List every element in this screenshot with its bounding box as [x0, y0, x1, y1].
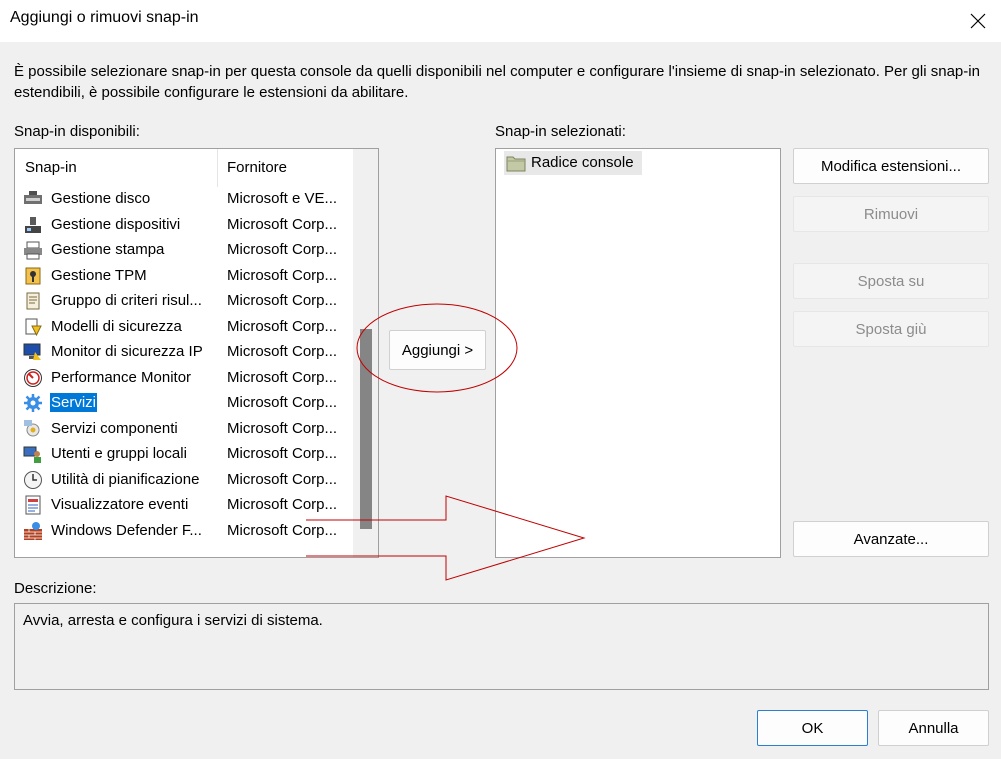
list-item[interactable]: Gestione disco Microsoft e VE...: [15, 186, 352, 212]
list-item[interactable]: Utilità di pianificazione Microsoft Corp.…: [15, 467, 352, 493]
list-item[interactable]: Utenti e gruppi locali Microsoft Corp...: [15, 441, 352, 467]
disk-management-icon: [24, 191, 42, 204]
snapin-name: Utilità di pianificazione: [51, 470, 200, 488]
move-up-button[interactable]: Sposta su: [793, 263, 989, 299]
snapin-name: Monitor di sicurezza IP: [51, 343, 203, 360]
available-label: Snap-in disponibili:: [14, 123, 140, 140]
selected-snapins-list[interactable]: Radice console: [495, 148, 781, 558]
list-item[interactable]: Performance Monitor Microsoft Corp...: [15, 365, 352, 391]
firewall-icon: [24, 521, 42, 540]
printer-icon: [24, 241, 42, 260]
snapin-vendor: Microsoft Corp...: [227, 368, 338, 386]
list-item[interactable]: Windows Defender F... Microsoft Corp...: [15, 518, 352, 544]
list-item[interactable]: Modelli di sicurezza Microsoft Corp...: [15, 314, 352, 340]
snapin-vendor: Microsoft e VE...: [227, 190, 338, 207]
component-services-icon: [24, 419, 40, 436]
list-item[interactable]: Servizi Microsoft Corp...: [15, 390, 352, 416]
move-down-button[interactable]: Sposta giù: [793, 311, 989, 347]
folder-icon: [506, 156, 526, 172]
ip-security-monitor-icon: [23, 343, 41, 360]
list-item[interactable]: Servizi componenti Microsoft Corp...: [15, 416, 352, 442]
description-label: Descrizione:: [14, 580, 97, 597]
snapin-vendor: Microsoft Corp...: [227, 215, 338, 233]
snapin-name: Gestione TPM: [51, 266, 147, 284]
title-bar: Aggiungi o rimuovi snap-in: [0, 0, 1001, 42]
advanced-button[interactable]: Avanzate...: [793, 521, 989, 557]
description-text: Avvia, arresta e configura i servizi di …: [23, 612, 323, 629]
list-item[interactable]: Gestione stampa Microsoft Corp...: [15, 237, 352, 263]
list-item-label: Radice console: [531, 154, 634, 171]
ok-button[interactable]: OK: [757, 710, 868, 746]
list-item[interactable]: Monitor di sicurezza IP Microsoft Corp...: [15, 339, 352, 365]
snapin-vendor: Microsoft Corp...: [227, 343, 338, 360]
performance-monitor-icon: [24, 368, 42, 387]
snapin-name: Gestione stampa: [51, 241, 165, 258]
list-item[interactable]: Gestione TPM Microsoft Corp...: [15, 263, 352, 289]
cancel-button[interactable]: Annulla: [878, 710, 989, 746]
snapin-name: Visualizzatore eventi: [51, 496, 189, 513]
description-box: Avvia, arresta e configura i servizi di …: [14, 603, 989, 690]
services-gear-icon: [24, 394, 42, 412]
snapin-vendor: Microsoft Corp...: [227, 241, 338, 258]
event-viewer-icon: [25, 495, 41, 515]
list-header: Snap-in Fornitore: [15, 149, 352, 188]
snapin-name: Performance Monitor: [51, 368, 192, 386]
window-title: Aggiungi o rimuovi snap-in: [10, 9, 199, 26]
column-header-vendor[interactable]: Fornitore: [227, 159, 287, 176]
tpm-chip-icon: [25, 267, 41, 284]
snapin-name: Gestione dispositivi: [51, 215, 181, 233]
edit-extensions-button[interactable]: Modifica estensioni...: [793, 148, 989, 184]
snapin-vendor: Microsoft Corp...: [227, 394, 338, 411]
selected-label: Snap-in selezionati:: [495, 123, 626, 140]
users-groups-icon: [23, 446, 41, 463]
column-header-snapin[interactable]: Snap-in: [25, 159, 77, 176]
snapin-name: Windows Defender F...: [51, 521, 202, 539]
scrollbar-thumb[interactable]: [360, 329, 372, 529]
snapin-vendor: Microsoft Corp...: [227, 317, 338, 335]
device-manager-icon: [25, 216, 41, 233]
snapin-name: Gruppo di criteri risul...: [51, 292, 202, 309]
security-template-icon: [25, 318, 42, 336]
snapin-vendor: Microsoft Corp...: [227, 292, 338, 309]
snapin-name: Modelli di sicurezza: [51, 317, 182, 335]
snapin-name: Servizi componenti: [51, 419, 178, 437]
snapin-vendor: Microsoft Corp...: [227, 419, 338, 437]
snapin-vendor: Microsoft Corp...: [227, 266, 338, 284]
intro-text: È possibile selezionare snap-in per ques…: [14, 63, 980, 101]
snapin-vendor: Microsoft Corp...: [227, 496, 338, 513]
available-snapins-list[interactable]: Snap-in Fornitore Gestione disco Microsof…: [14, 148, 379, 558]
remove-button[interactable]: Rimuovi: [793, 196, 989, 232]
snapin-vendor: Microsoft Corp...: [227, 445, 338, 462]
snapin-name: Gestione disco: [51, 190, 151, 207]
close-button[interactable]: [955, 0, 1001, 42]
list-item[interactable]: Visualizzatore eventi Microsoft Corp...: [15, 492, 352, 518]
policy-scroll-icon: [26, 292, 40, 310]
list-item-console-root[interactable]: Radice console: [504, 151, 642, 175]
snapin-vendor: Microsoft Corp...: [227, 470, 338, 488]
add-button[interactable]: Aggiungi >: [389, 330, 486, 370]
header-divider[interactable]: [217, 149, 218, 187]
close-icon: [970, 13, 986, 29]
list-item[interactable]: Gruppo di criteri risul... Microsoft Corp…: [15, 288, 352, 314]
list-item[interactable]: Gestione dispositivi Microsoft Corp...: [15, 212, 352, 238]
snapin-vendor: Microsoft Corp...: [227, 521, 338, 539]
vertical-scrollbar[interactable]: [353, 149, 378, 557]
task-scheduler-clock-icon: [24, 470, 42, 489]
snapin-name: Utenti e gruppi locali: [51, 445, 187, 462]
snapin-name: Servizi: [50, 393, 98, 412]
list-rows: Gestione disco Microsoft e VE... Gestione …: [15, 186, 352, 543]
